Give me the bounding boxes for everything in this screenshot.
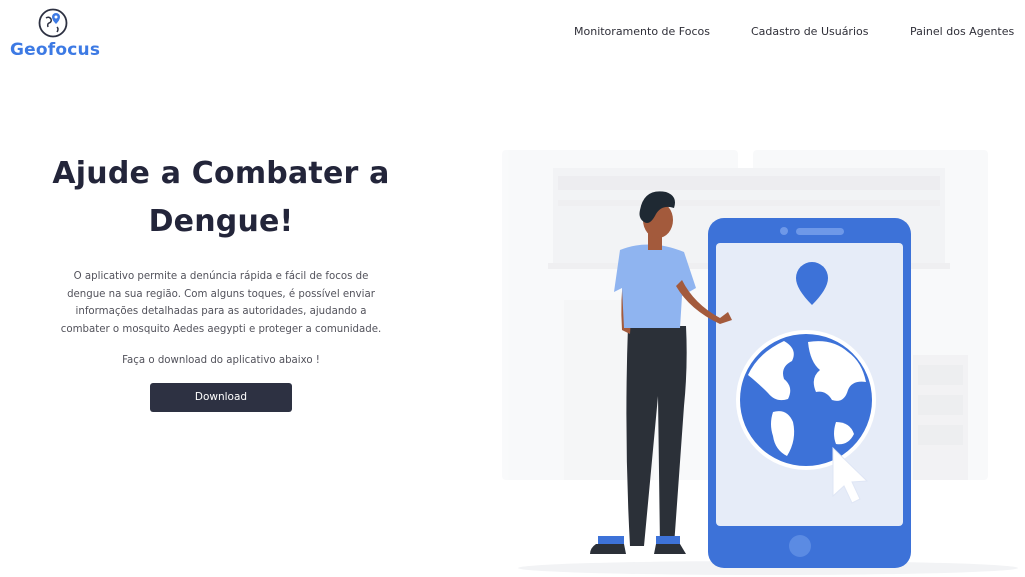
hero-description-line: dengue na sua região. Com alguns toques,… — [67, 288, 375, 300]
nav-link-monitoramento[interactable]: Monitoramento de Focos — [574, 25, 710, 38]
hero-title-line-2: Dengue! — [148, 204, 294, 239]
hero-description-line: O aplicativo permite a denúncia rápida e… — [73, 271, 369, 282]
main-nav: Monitoramento de Focos Cadastro de Usuár… — [0, 25, 1025, 41]
person-with-phone-globe-illustration — [502, 150, 1018, 575]
hero-description-line: informações detalhadas para as autoridad… — [75, 306, 367, 317]
nav-link-painel[interactable]: Painel dos Agentes — [910, 25, 1014, 38]
hero-title-line-1: Ajude a Combater a — [52, 156, 390, 191]
nav-link-cadastro[interactable]: Cadastro de Usuários — [751, 25, 868, 38]
download-button[interactable]: Download — [150, 383, 292, 412]
hero-description: O aplicativo permite a denúncia rápida e… — [30, 268, 412, 338]
brand-name: Geofocus — [10, 40, 101, 60]
hero-title: Ajude a Combater a Dengue! — [30, 150, 412, 246]
download-prompt: Faça o download do aplicativo abaixo ! — [122, 355, 320, 366]
hero-description-line: combater o mosquito Aedes aegypti e prot… — [60, 323, 382, 335]
hero-section: Ajude a Combater a Dengue! O aplicativo … — [30, 150, 412, 412]
